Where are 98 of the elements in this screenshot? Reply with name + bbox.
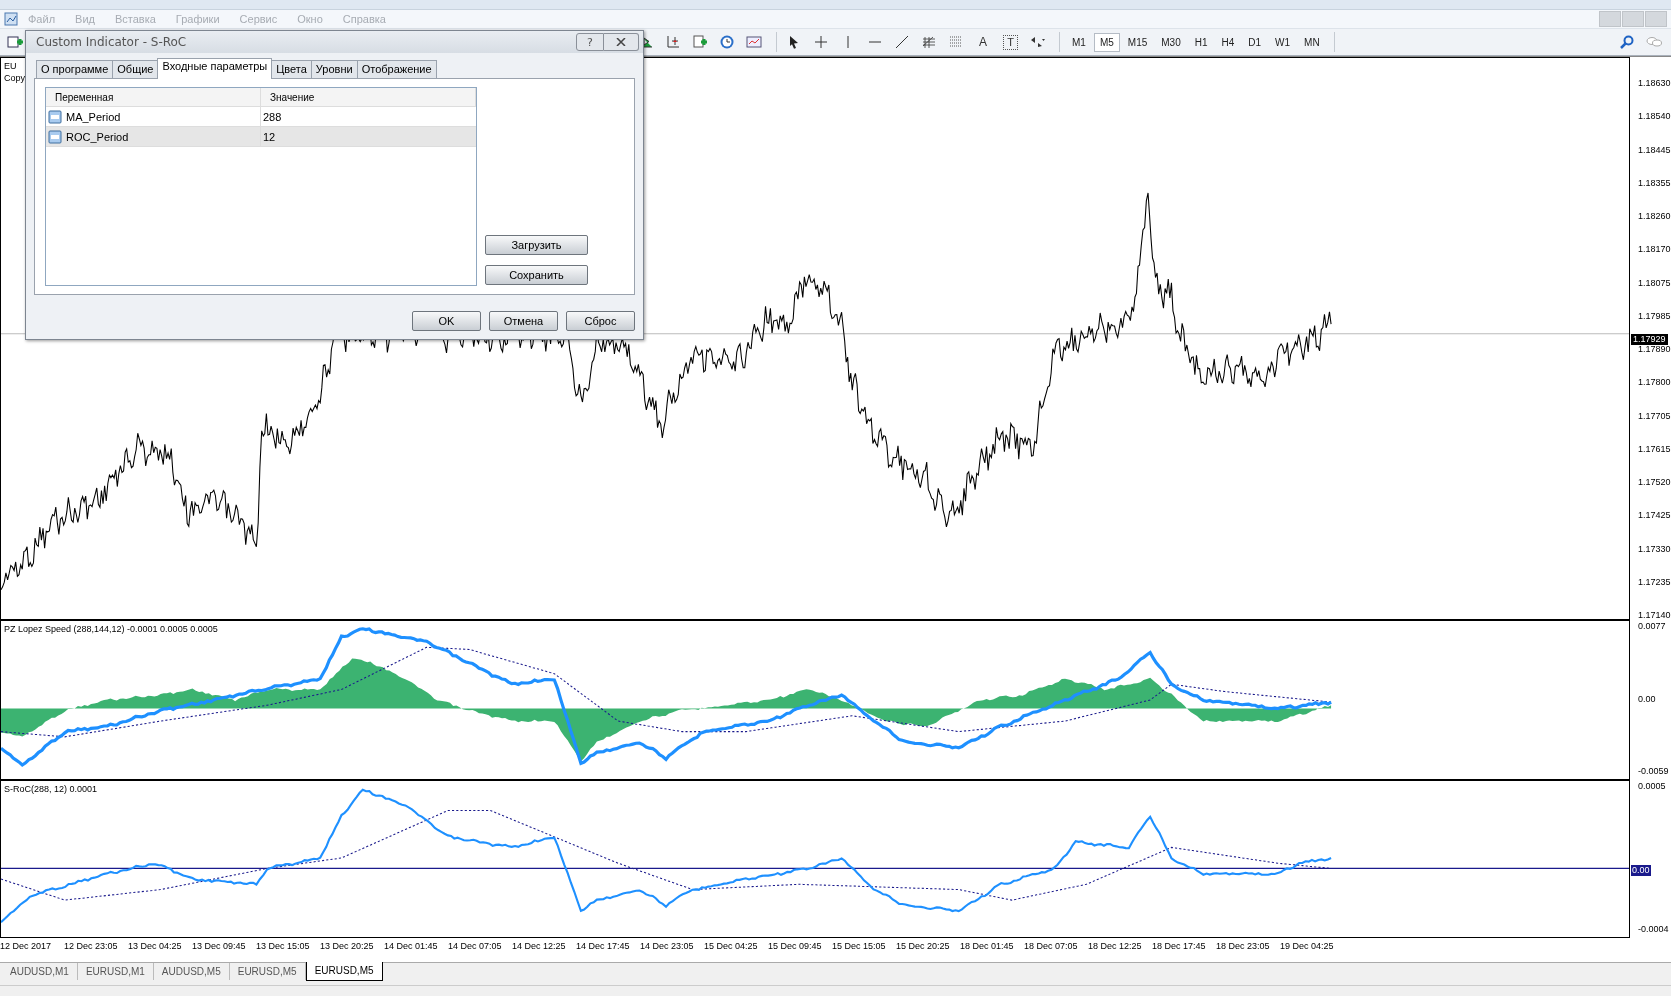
dialog-button[interactable]: Отмена	[489, 311, 558, 331]
crosshair-icon[interactable]	[813, 34, 829, 50]
close-icon	[616, 38, 626, 46]
help-button[interactable]: ?	[576, 33, 604, 51]
time-tick: 13 Dec 20:25	[320, 941, 375, 951]
time-tick: 19 Dec 04:25	[1280, 941, 1335, 951]
price-tick: 1.18445	[1638, 144, 1671, 155]
chart-symbol-label: EU	[4, 61, 17, 71]
indicator-tick: 0.0077	[1638, 621, 1667, 631]
zero-level-tag: 0.00	[1631, 865, 1651, 876]
time-tick: 14 Dec 12:25	[512, 941, 567, 951]
time-tick: 18 Dec 23:05	[1216, 941, 1271, 951]
close-button[interactable]	[604, 33, 639, 51]
time-tick: 15 Dec 09:45	[768, 941, 823, 951]
timeframe-button[interactable]: M30	[1155, 32, 1187, 52]
parameter-row[interactable]: ROC_Period 12	[46, 127, 476, 147]
grid-lines-icon[interactable]	[948, 34, 964, 50]
dialog-title: Custom Indicator - S-RoC	[36, 35, 187, 49]
dialog-tab[interactable]: Общие	[112, 60, 159, 79]
dialog-button[interactable]: Сохранить	[485, 265, 588, 285]
time-tick: 13 Dec 09:45	[192, 941, 247, 951]
autoscroll-icon[interactable]	[665, 34, 681, 50]
chart-tab[interactable]: AUDUSD,M5	[153, 963, 230, 980]
time-tick: 15 Dec 20:25	[896, 941, 951, 951]
clock-icon[interactable]	[719, 34, 735, 50]
column-header: Переменная	[46, 88, 261, 106]
variable-value[interactable]: 12	[263, 130, 276, 143]
price-tick: 1.18170	[1638, 244, 1671, 255]
search-icon[interactable]	[1619, 34, 1635, 50]
price-tick: 1.17520	[1638, 477, 1671, 487]
time-tick: 15 Dec 15:05	[832, 941, 887, 951]
chat-bubbles-icon[interactable]	[1645, 34, 1663, 50]
trendline-icon[interactable]	[894, 34, 910, 50]
time-tick: 14 Dec 23:05	[640, 941, 695, 951]
price-tick: 1.17890	[1638, 344, 1671, 354]
chart-tab[interactable]: EURUSD,M1	[77, 963, 154, 980]
timeframe-button[interactable]: H4	[1215, 32, 1241, 52]
time-tick: 12 Dec 23:05	[64, 941, 119, 951]
variable-name: MA_Period	[66, 110, 121, 123]
indicator-label: PZ Lopez Speed (288,144,12) -0.0001 0.0005 0.0005	[4, 624, 218, 634]
timeframe-button[interactable]: MN	[1298, 32, 1326, 52]
app-icon	[4, 12, 18, 26]
fibonacci-icon[interactable]	[921, 34, 937, 50]
text-label-tool[interactable]: T	[1003, 34, 1018, 50]
dialog-button[interactable]: OK	[412, 311, 481, 331]
time-tick: 18 Dec 07:05	[1024, 941, 1079, 951]
price-tick: 1.17140	[1638, 610, 1671, 620]
column-header: Значение	[261, 88, 476, 106]
integer-type-icon	[48, 129, 62, 144]
indicator-tick: 0.00	[1638, 693, 1657, 704]
indicator-tick: -0.0059	[1638, 766, 1670, 776]
time-tick: 14 Dec 17:45	[576, 941, 631, 951]
indicator-tick: 0.0005	[1638, 781, 1667, 791]
chart-tab[interactable]: EURUSD,M5	[305, 962, 383, 981]
price-tick: 1.17330	[1638, 543, 1671, 554]
timeframe-button[interactable]: W1	[1269, 32, 1297, 52]
time-tick: 15 Dec 04:25	[704, 941, 759, 951]
time-tick: 12 Dec 2017	[0, 941, 53, 951]
price-tick: 1.17800	[1638, 377, 1671, 388]
price-tick: 1.18260	[1638, 211, 1671, 221]
time-tick: 14 Dec 01:45	[384, 941, 439, 951]
time-tick: 14 Dec 07:05	[448, 941, 503, 951]
time-tick: 18 Dec 01:45	[960, 941, 1015, 951]
timeframe-button[interactable]: H1	[1188, 32, 1214, 52]
dialog-tab[interactable]: Входные параметры	[157, 58, 273, 79]
timeframe-button[interactable]: D1	[1242, 32, 1268, 52]
price-tick: 1.17985	[1638, 310, 1671, 321]
price-tick: 1.18075	[1638, 277, 1671, 288]
dialog-button[interactable]: Сброс	[566, 311, 635, 331]
chart-tab[interactable]: AUDUSD,M1	[2, 963, 78, 980]
price-tick: 1.18630	[1638, 78, 1671, 88]
price-tick: 1.17235	[1638, 576, 1671, 587]
price-tick: 1.18540	[1638, 111, 1671, 122]
timeframe-button[interactable]: M15	[1121, 32, 1154, 52]
indicator-tick: -0.0004	[1638, 924, 1670, 934]
price-tick: 1.17425	[1638, 510, 1671, 521]
chart-tab[interactable]: EURUSD,M5	[229, 963, 306, 980]
template-icon[interactable]	[746, 34, 762, 50]
time-tick: 13 Dec 04:25	[128, 941, 183, 951]
add-indicator-icon[interactable]	[692, 34, 708, 50]
variable-value[interactable]: 288	[263, 110, 282, 123]
integer-type-icon	[48, 109, 62, 124]
arrows-dropdown-icon[interactable]	[1029, 34, 1045, 50]
current-price-tag: 1.17929	[1631, 334, 1668, 345]
text-tool[interactable]: A	[972, 31, 994, 53]
copyright-label: Copy	[4, 73, 25, 83]
timeframe-button[interactable]: M5	[1093, 32, 1120, 52]
new-chart-icon[interactable]	[7, 34, 23, 50]
variable-name: ROC_Period	[66, 130, 129, 143]
price-tick: 1.17705	[1638, 410, 1671, 421]
timeframe-button[interactable]: M1	[1066, 32, 1092, 52]
indicator-label: S-RoC(288, 12) 0.0001	[4, 784, 98, 794]
time-tick: 13 Dec 15:05	[256, 941, 311, 951]
price-tick: 1.17615	[1638, 443, 1671, 454]
price-tick: 1.18355	[1638, 177, 1671, 188]
time-tick: 18 Dec 17:45	[1152, 941, 1207, 951]
dialog-button[interactable]: Загрузить	[485, 235, 588, 255]
time-tick: 18 Dec 12:25	[1088, 941, 1143, 951]
